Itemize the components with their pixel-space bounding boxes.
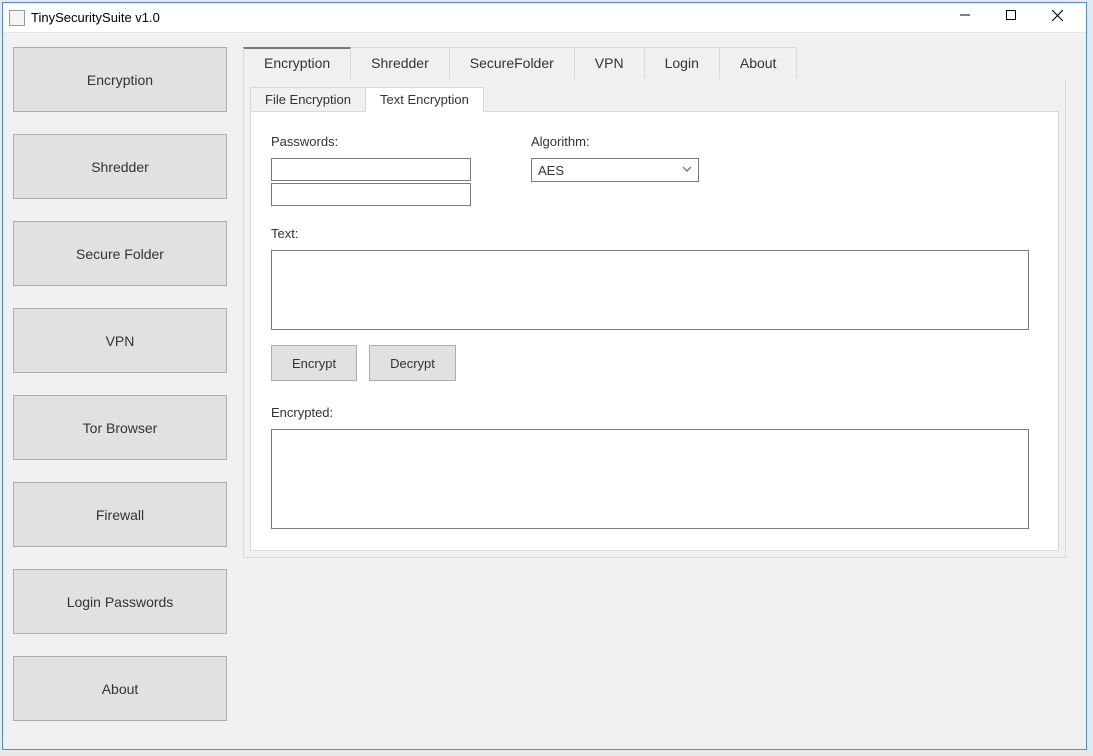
- tab-login[interactable]: Login: [645, 47, 720, 79]
- tab-shredder[interactable]: Shredder: [351, 47, 450, 79]
- sidebar-item-encryption[interactable]: Encryption: [13, 47, 227, 112]
- content-area: Encryption Shredder Secure Folder VPN To…: [3, 33, 1086, 749]
- close-icon: [1052, 10, 1063, 21]
- passwords-group: Passwords:: [271, 134, 471, 208]
- sidebar-item-label: Secure Folder: [76, 246, 164, 262]
- tab-about[interactable]: About: [720, 47, 798, 79]
- sidebar-item-tor-browser[interactable]: Tor Browser: [13, 395, 227, 460]
- password2-input[interactable]: [271, 183, 471, 206]
- text-group: Text:: [271, 226, 1038, 333]
- sidebar-item-label: Login Passwords: [67, 594, 174, 610]
- sidebar-item-firewall[interactable]: Firewall: [13, 482, 227, 547]
- encrypted-label: Encrypted:: [271, 405, 1038, 420]
- text-encryption-panel: Passwords: Algorithm: AES: [250, 111, 1059, 551]
- maximize-button[interactable]: [988, 0, 1034, 30]
- minimize-icon: [960, 10, 970, 20]
- subtab-label: Text Encryption: [380, 92, 469, 107]
- tab-label: Encryption: [264, 55, 330, 71]
- subtab-label: File Encryption: [265, 92, 351, 107]
- action-buttons: Encrypt Decrypt: [271, 345, 1038, 381]
- window-controls: [942, 6, 1080, 29]
- window-title: TinySecuritySuite v1.0: [31, 10, 942, 25]
- sidebar-item-shredder[interactable]: Shredder: [13, 134, 227, 199]
- sidebar-item-label: Tor Browser: [83, 420, 158, 436]
- subtab-file-encryption[interactable]: File Encryption: [250, 87, 366, 112]
- maximize-icon: [1006, 10, 1016, 20]
- tab-body: File Encryption Text Encryption Password…: [243, 79, 1066, 558]
- encrypt-button[interactable]: Encrypt: [271, 345, 357, 381]
- button-label: Encrypt: [292, 356, 336, 371]
- password1-input[interactable]: [271, 158, 471, 181]
- tab-encryption[interactable]: Encryption: [243, 47, 351, 79]
- sidebar-item-label: About: [102, 681, 139, 697]
- algorithm-value: AES: [538, 163, 564, 178]
- tab-label: Shredder: [371, 55, 429, 71]
- sub-tabstrip: File Encryption Text Encryption: [244, 79, 1065, 112]
- tab-vpn[interactable]: VPN: [575, 47, 645, 79]
- titlebar: TinySecuritySuite v1.0: [3, 3, 1086, 33]
- encrypted-output[interactable]: [271, 429, 1029, 529]
- subtab-text-encryption[interactable]: Text Encryption: [365, 87, 484, 112]
- text-label: Text:: [271, 226, 1038, 241]
- decrypt-button[interactable]: Decrypt: [369, 345, 456, 381]
- app-icon: [9, 10, 25, 26]
- algorithm-label: Algorithm:: [531, 134, 699, 149]
- minimize-button[interactable]: [942, 0, 988, 30]
- main-tabstrip: Encryption Shredder SecureFolder VPN Log…: [243, 47, 1066, 79]
- text-input[interactable]: [271, 250, 1029, 330]
- sidebar: Encryption Shredder Secure Folder VPN To…: [3, 33, 237, 749]
- top-row: Passwords: Algorithm: AES: [271, 134, 1038, 208]
- main-panel: Encryption Shredder SecureFolder VPN Log…: [237, 33, 1086, 749]
- sidebar-item-label: VPN: [106, 333, 135, 349]
- chevron-down-icon: [682, 166, 692, 174]
- tab-label: Login: [665, 55, 699, 71]
- algorithm-group: Algorithm: AES: [531, 134, 699, 208]
- sidebar-item-label: Encryption: [87, 72, 153, 88]
- sidebar-item-secure-folder[interactable]: Secure Folder: [13, 221, 227, 286]
- tab-label: SecureFolder: [470, 55, 554, 71]
- button-label: Decrypt: [390, 356, 435, 371]
- sidebar-item-label: Firewall: [96, 507, 144, 523]
- app-window: TinySecuritySuite v1.0 Encryption Shredd…: [2, 2, 1087, 750]
- encrypted-group: Encrypted:: [271, 405, 1038, 532]
- passwords-label: Passwords:: [271, 134, 471, 149]
- sidebar-item-vpn[interactable]: VPN: [13, 308, 227, 373]
- sidebar-item-label: Shredder: [91, 159, 149, 175]
- tab-secure-folder[interactable]: SecureFolder: [450, 47, 575, 79]
- tab-label: VPN: [595, 55, 624, 71]
- algorithm-select[interactable]: AES: [531, 158, 699, 182]
- sidebar-item-about[interactable]: About: [13, 656, 227, 721]
- close-button[interactable]: [1034, 0, 1080, 30]
- sidebar-item-login-passwords[interactable]: Login Passwords: [13, 569, 227, 634]
- tab-label: About: [740, 55, 777, 71]
